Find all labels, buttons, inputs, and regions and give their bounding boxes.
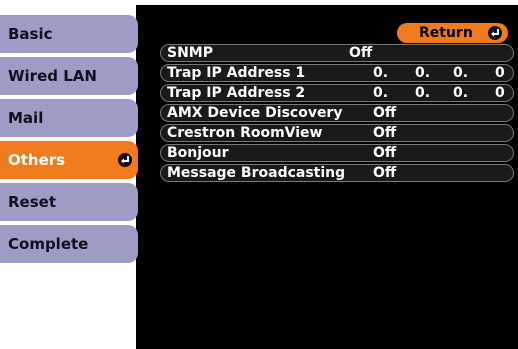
- ip-octet[interactable]: 0.: [373, 65, 388, 81]
- tab-label: Others: [8, 151, 66, 169]
- tab-complete[interactable]: Complete: [0, 225, 138, 263]
- message-broadcasting-row[interactable]: Message Broadcasting Off: [160, 164, 514, 182]
- tab-reset[interactable]: Reset: [0, 183, 138, 221]
- tab-label: Basic: [8, 25, 53, 43]
- setting-label: Bonjour: [167, 145, 229, 161]
- ip-octet[interactable]: 0: [495, 85, 505, 101]
- trap-ip-1-row[interactable]: Trap IP Address 1 0. 0. 0. 0: [160, 64, 514, 82]
- tab-label: Complete: [8, 235, 89, 253]
- setting-value: Off: [349, 45, 373, 61]
- setting-label: SNMP: [167, 45, 213, 61]
- bonjour-row[interactable]: Bonjour Off: [160, 144, 514, 162]
- ip-octet[interactable]: 0.: [453, 65, 468, 81]
- snmp-row[interactable]: SNMP Off: [160, 44, 514, 62]
- tab-label: Wired LAN: [8, 67, 97, 85]
- setting-value: Off: [373, 125, 397, 141]
- ip-octet[interactable]: 0.: [415, 85, 430, 101]
- setting-label: AMX Device Discovery: [167, 105, 343, 121]
- trap-ip-2-row[interactable]: Trap IP Address 2 0. 0. 0. 0: [160, 84, 514, 102]
- return-label: Return: [419, 25, 473, 41]
- setting-label: Trap IP Address 2: [167, 85, 306, 101]
- setting-value: Off: [373, 145, 397, 161]
- enter-icon: [488, 26, 502, 40]
- tab-mail[interactable]: Mail: [0, 99, 138, 137]
- amx-row[interactable]: AMX Device Discovery Off: [160, 104, 514, 122]
- tab-label: Mail: [8, 109, 44, 127]
- ip-octet[interactable]: 0.: [453, 85, 468, 101]
- tab-wired-lan[interactable]: Wired LAN: [0, 57, 138, 95]
- return-button[interactable]: Return: [397, 23, 508, 43]
- tab-basic[interactable]: Basic: [0, 15, 138, 53]
- setting-label: Trap IP Address 1: [167, 65, 306, 81]
- tab-others[interactable]: Others: [0, 141, 138, 179]
- ip-octet[interactable]: 0.: [373, 85, 388, 101]
- ip-octet[interactable]: 0.: [415, 65, 430, 81]
- setting-label: Message Broadcasting: [167, 165, 346, 181]
- setting-label: Crestron RoomView: [167, 125, 323, 141]
- setting-value: Off: [373, 105, 397, 121]
- setting-value: Off: [373, 165, 397, 181]
- enter-icon: [118, 153, 132, 167]
- tab-label: Reset: [8, 193, 56, 211]
- crestron-row[interactable]: Crestron RoomView Off: [160, 124, 514, 142]
- ip-octet[interactable]: 0: [495, 65, 505, 81]
